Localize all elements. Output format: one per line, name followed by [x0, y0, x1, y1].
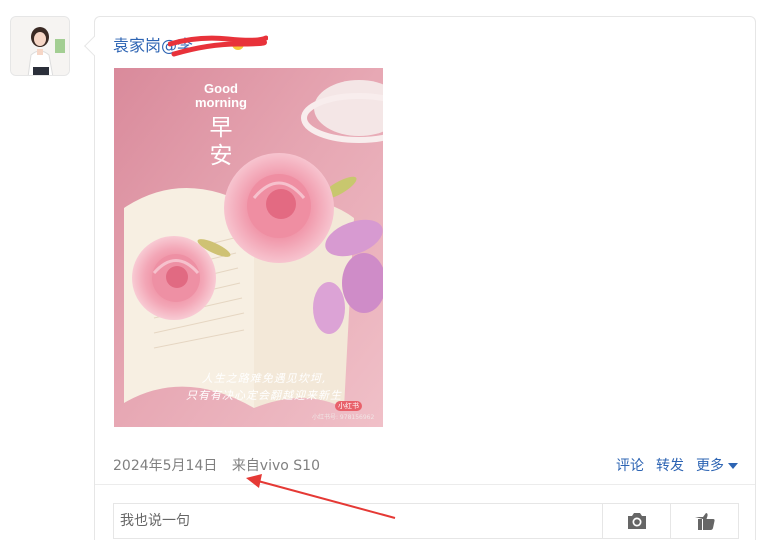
like-button[interactable]: [670, 504, 738, 538]
post-date[interactable]: 2024年5月14日: [113, 458, 217, 474]
card-pointer: [84, 36, 104, 56]
comment-box: [113, 503, 739, 539]
image-account-id: 小红书号: 978156962: [312, 414, 375, 421]
camera-button[interactable]: [602, 504, 670, 538]
image-tag-badge: 小红书: [335, 401, 362, 411]
post-meta: 2024年5月14日 来自vivo S10: [113, 455, 320, 475]
caret-down-icon: [728, 463, 738, 469]
camera-icon: [627, 513, 646, 529]
avatar[interactable]: [10, 16, 70, 76]
image-poem: 人生之路难免遇见坎坷, 只有有决心定会翻越迎来新生: [186, 372, 342, 402]
comment-input[interactable]: [114, 504, 602, 538]
image-greeting: Good morning: [195, 81, 247, 110]
more-label: 更多: [696, 458, 724, 474]
redaction-scribble: [168, 35, 268, 57]
post-actions: 评论 转发 更多: [616, 455, 738, 475]
post-image[interactable]: Good morning 早 安 人生之路难免遇见坎坷, 只有有决心定会翻越迎来…: [114, 68, 383, 427]
avatar-photo: [11, 17, 69, 75]
divider: [95, 484, 755, 485]
more-link[interactable]: 更多: [696, 455, 738, 475]
repost-link[interactable]: 转发: [656, 455, 684, 475]
comment-link[interactable]: 评论: [616, 455, 644, 475]
post-source: 来自vivo S10: [231, 458, 320, 474]
image-title: 早 安: [209, 115, 233, 169]
thumb-up-icon: [694, 513, 715, 530]
